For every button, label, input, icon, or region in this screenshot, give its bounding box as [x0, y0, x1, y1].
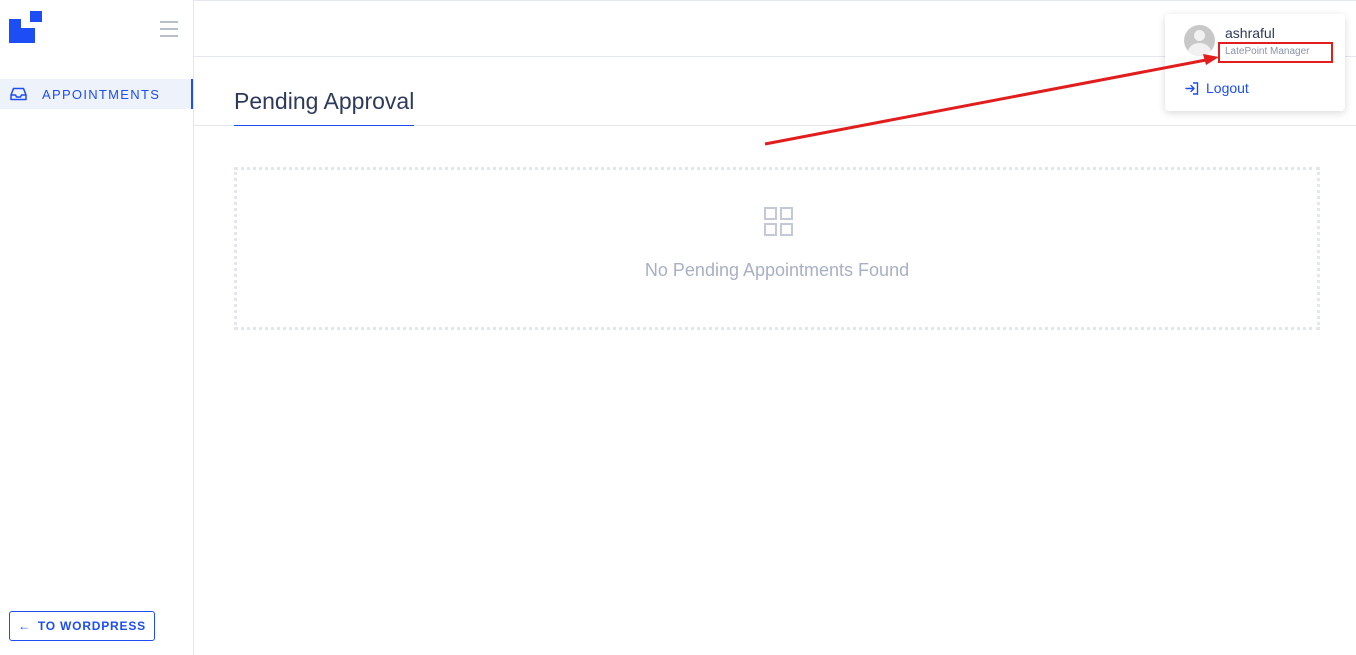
user-name: ashraful — [1225, 25, 1275, 41]
empty-state-message: No Pending Appointments Found — [644, 260, 910, 280]
sidebar: APPOINTMENTS ← TO WORDPRESS — [0, 0, 194, 655]
grid-icon — [764, 207, 794, 237]
arrow-left-icon: ← — [18, 619, 31, 633]
avatar[interactable] — [1184, 25, 1215, 56]
logout-button[interactable]: Logout — [1185, 80, 1249, 96]
to-wordpress-button[interactable]: ← TO WORDPRESS — [9, 611, 155, 641]
sidebar-item-appointments[interactable]: APPOINTMENTS — [0, 79, 193, 109]
empty-state: No Pending Appointments Found — [234, 167, 1320, 330]
page-title: Pending Approval — [234, 88, 415, 126]
user-role: LatePoint Manager — [1225, 46, 1310, 57]
user-dropdown: ashraful LatePoint Manager Logout — [1165, 14, 1345, 111]
logout-label: Logout — [1206, 80, 1249, 96]
to-wordpress-label: TO WORDPRESS — [37, 619, 146, 633]
latepoint-logo[interactable] — [9, 11, 42, 43]
logout-icon — [1185, 81, 1199, 95]
menu-toggle-icon[interactable] — [160, 21, 178, 39]
app-root: APPOINTMENTS ← TO WORDPRESS Pending Appr… — [0, 0, 1356, 655]
sidebar-item-label: APPOINTMENTS — [42, 86, 161, 102]
inbox-icon — [10, 86, 28, 102]
